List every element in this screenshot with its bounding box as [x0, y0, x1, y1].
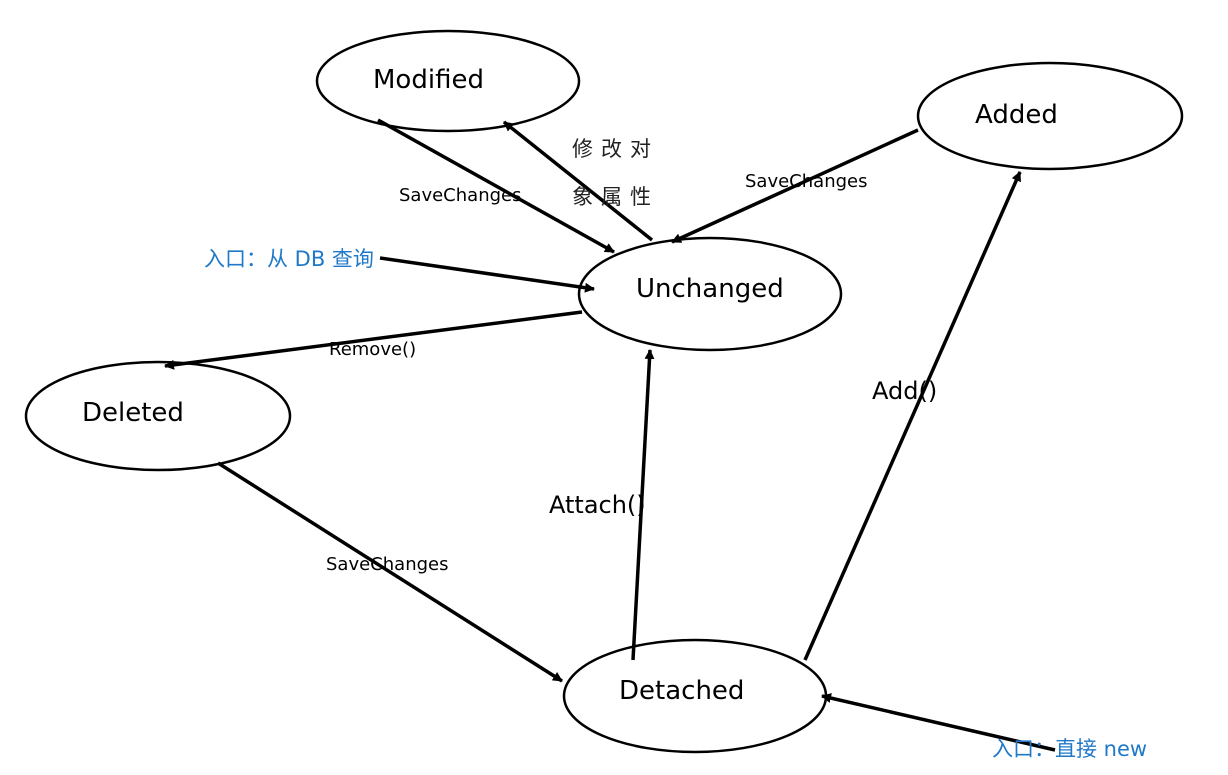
label-modify-props-1: 修改对	[572, 137, 659, 161]
state-modified-label: Modified	[373, 65, 484, 95]
label-add: Add()	[872, 377, 938, 405]
entry-from-db-label: 入口：从 DB 查询	[204, 247, 374, 271]
label-remove: Remove()	[329, 339, 417, 360]
state-deleted-label: Deleted	[82, 398, 184, 428]
label-modify-props-2: 象属性	[572, 185, 659, 209]
state-detached-label: Detached	[619, 676, 745, 706]
label-savechanges-added: SaveChanges	[745, 171, 868, 192]
arrow-db-entry	[379, 256, 595, 293]
label-savechanges-modified: SaveChanges	[399, 185, 522, 206]
label-attach: Attach()	[549, 491, 646, 519]
label-savechanges-deleted: SaveChanges	[326, 554, 449, 575]
state-unchanged-label: Unchanged	[636, 274, 784, 304]
entry-new-label: 入口：直接 new	[992, 737, 1148, 761]
state-added-label: Added	[975, 100, 1058, 130]
arrow-detached-to-added	[803, 171, 1022, 661]
